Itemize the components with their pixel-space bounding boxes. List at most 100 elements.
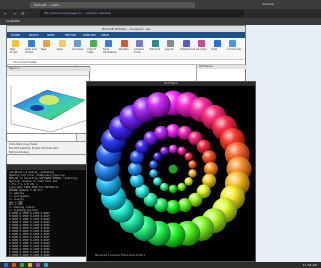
ribbon-button-layout[interactable]: Layout: [165, 40, 175, 56]
ribbon-button-label: Compare: [72, 48, 84, 51]
ribbon-button-compare[interactable]: Compare: [72, 40, 84, 56]
ribbon-icon: [105, 40, 112, 47]
sphere: [166, 200, 180, 214]
ribbon-button-new[interactable]: New: [41, 40, 51, 56]
ribbon-button-add-ons[interactable]: Add-Ons: [196, 40, 207, 56]
editor-menu-strip: Undo Redo Copy Paste File Edit Selection …: [6, 141, 91, 155]
sphere: [188, 160, 197, 169]
ribbon-button-label: New Live Script: [25, 48, 37, 54]
taskbar-app-icon[interactable]: [28, 263, 32, 267]
ribbon-button-save-workspace[interactable]: Save Workspace: [103, 40, 117, 56]
taskbar-app-icon[interactable]: [12, 263, 16, 267]
ribbon-button-label: New Script: [10, 48, 18, 54]
sphere: [177, 198, 192, 213]
sphere: [153, 152, 162, 161]
ribbon-icon: [58, 40, 66, 47]
taskbar-app-icon[interactable]: [4, 263, 8, 267]
ribbon-icon: [167, 40, 174, 47]
sphere-rings: [94, 90, 252, 248]
ribbon-icon: [151, 40, 159, 47]
browser-url-bar: ← → ⟳ file:///home/user/page.m — browser…: [0, 9, 321, 18]
taskbar-clock: 11:46 AM: [302, 263, 317, 267]
sphere: [177, 182, 186, 192]
ribbon-button-label: Analyze Code: [134, 48, 144, 54]
sphere: [177, 146, 186, 156]
axis-line: [10, 123, 52, 133]
axis-line: [50, 119, 88, 133]
ribbon-button-preferences[interactable]: Preferences: [180, 40, 196, 56]
taskbar: 11:46 AM: [0, 262, 321, 268]
ribbon-icon: [43, 40, 50, 47]
taskbar-app-icon[interactable]: [36, 263, 40, 267]
terminal-titlebar: [7, 165, 87, 170]
surface-peak: [39, 95, 59, 105]
sphere: [153, 177, 162, 186]
ribbon-icon: [12, 40, 19, 47]
ribbon-icon: [182, 40, 190, 47]
ribbon-button-import-data[interactable]: Import Data: [88, 40, 98, 56]
ribbon-button-label: Community: [227, 48, 242, 51]
matlab-ribbon: New Script New Live Script New Open Compare I…: [7, 38, 245, 60]
sphere: [184, 177, 193, 186]
sphere: [160, 146, 169, 156]
ribbon-button-label: Import Data: [87, 48, 96, 54]
sphere: [128, 162, 142, 176]
ribbon-button-simulink[interactable]: Simulink: [150, 40, 160, 56]
ribbon-icon: [27, 40, 35, 47]
taskbar-app-icon[interactable]: [44, 263, 48, 267]
ribbon-button-label: Help: [211, 48, 218, 51]
sphere: [202, 150, 217, 165]
ribbon-button-new-live-script[interactable]: New Live Script: [25, 40, 37, 56]
surface-dip: [30, 105, 44, 111]
ribbon-button-label: Simulink: [149, 48, 161, 51]
browser-tab[interactable]: MATLAB — Vesta: [30, 2, 195, 8]
sphere: [149, 169, 158, 178]
browser-tab-bar: MATLAB — Vesta desktop: [0, 0, 321, 9]
figure2-status: Rendered 3 spheres Frame time 0.016 s: [95, 254, 146, 257]
ribbon-button-label: Layout: [165, 48, 174, 51]
terminal-window[interactable]: user@host:~$ matlab -nodesktop Opening lo…: [6, 164, 88, 257]
ribbon-icon: [229, 40, 236, 47]
ribbon-icon: [120, 40, 128, 47]
sphere: [184, 152, 193, 161]
ribbon-button-new-script[interactable]: New Script: [10, 40, 20, 56]
taskbar-app-icon[interactable]: [20, 263, 24, 267]
surface-plot: [10, 86, 88, 133]
browser-nav-icons[interactable]: ← → ⟳: [4, 10, 27, 17]
sphere: [154, 125, 169, 140]
ribbon-button-label: Open: [56, 48, 64, 51]
ribbon-button-open[interactable]: Open: [57, 40, 67, 56]
ribbon-icon: [198, 40, 205, 47]
ribbon-icon: [213, 40, 221, 47]
sphere: [129, 173, 144, 188]
surface-figure-window: Figure 1: [6, 66, 91, 134]
menu-row[interactable]: Terminal Debug: [9, 151, 29, 155]
ribbon-button-label: New: [41, 48, 47, 51]
sphere: [145, 92, 171, 118]
workspace-title: Workspace: [197, 65, 247, 69]
ribbon-button-label: Add-Ons: [196, 48, 207, 51]
browser-right-label: desktop: [262, 2, 274, 6]
sphere: [160, 182, 169, 192]
ribbon-icon: [136, 40, 143, 47]
ribbon-button-community[interactable]: Community: [227, 40, 242, 56]
ribbon-button-variable[interactable]: Variable: [119, 40, 129, 56]
sphere: [188, 169, 197, 178]
ribbon-button-label: Save Workspace: [103, 48, 117, 54]
ribbon-icon: [74, 40, 81, 47]
sphere-figure-window: GLX Figure Rendered 3 spheres Frame time…: [86, 81, 256, 262]
sphere: [166, 124, 180, 138]
ribbon-button-help[interactable]: Help: [212, 40, 222, 56]
ribbon-icon: [89, 40, 97, 47]
sphere: [149, 160, 158, 169]
sphere: [168, 184, 178, 194]
url-input[interactable]: file:///home/user/page.m — browser deskt…: [40, 10, 244, 17]
terminal-line: 0.5000 0.2500 0.1250 0.0625: [9, 253, 50, 257]
center-sphere: [168, 164, 178, 174]
sphere: [204, 162, 218, 176]
ribbon-button-label: Preferences: [180, 48, 196, 51]
ribbon-button-analyze-code[interactable]: Analyze Code: [134, 40, 144, 56]
session-bar: nodeVNC: [0, 18, 321, 25]
figure2-title: GLX Figure: [87, 82, 255, 86]
ribbon-button-label: Variable: [118, 48, 129, 51]
